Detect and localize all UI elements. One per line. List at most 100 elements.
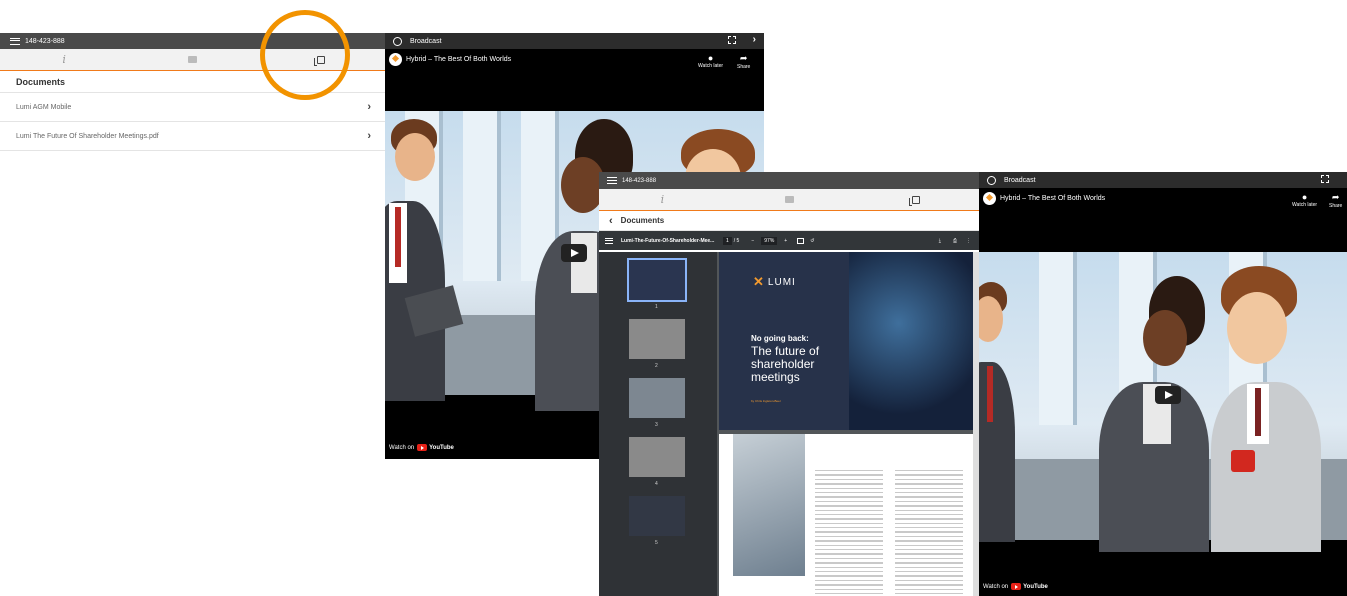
chevron-right-icon[interactable]: › [753,34,756,45]
youtube-icon [1011,583,1022,590]
share-label: Share [737,64,751,70]
tab-documents[interactable] [852,189,979,210]
watch-later-button[interactable]: ● Watch later [698,53,723,69]
back-title: Documents [620,216,665,225]
tab-bar: i [599,189,979,211]
documents-icon [909,195,920,206]
broadcast-label: Broadcast [410,37,442,45]
clock-icon: ● [707,53,714,63]
watch-on-label: Watch on [389,444,415,451]
video-frame[interactable] [979,252,1347,552]
brand-name: LUMI [767,276,796,288]
lumi-x-icon: ✕ [753,274,765,289]
more-options-icon[interactable]: ⋮ [966,238,971,244]
meeting-id: 148-423-888 [622,177,657,184]
zoom-level[interactable]: 97% [761,236,778,245]
thumbnail-page[interactable] [627,258,687,302]
cover-subtitle: The future of shareholder meetings [751,344,820,384]
youtube-label: YouTube [1023,583,1048,590]
tab-chat[interactable] [128,49,256,70]
video-title[interactable]: Hybrid – The Best Of Both Worlds [389,53,511,66]
video-title-text: Hybrid – The Best Of Both Worlds [1000,195,1106,202]
watch-on-youtube-button[interactable]: Watch on YouTube [389,444,454,451]
menu-icon[interactable] [607,177,617,184]
tab-info[interactable]: i [0,49,128,70]
tab-info[interactable]: i [599,189,726,210]
thumbnail-sidebar: 1 2 3 4 5 [599,252,717,596]
broadcast-bar: Broadcast › [385,33,764,49]
video-title-text: Hybrid – The Best Of Both Worlds [406,56,512,63]
rotate-icon[interactable]: ↺ [810,238,814,244]
thumbnail-page[interactable] [629,437,685,477]
thumbnail-label: 5 [655,540,658,546]
menu-icon[interactable] [10,37,20,45]
channel-logo-icon [389,53,402,66]
share-button[interactable]: ➦ Share [737,53,750,70]
broadcast-icon [987,175,996,185]
channel-logo-icon [983,192,996,205]
thumbnail-label: 3 [655,422,658,428]
thumbnail-label: 2 [655,363,658,369]
fullscreen-icon[interactable] [728,36,736,44]
thumbnail-label: 1 [655,304,658,310]
text-column [815,470,883,596]
document-name: Lumi The Future Of Shareholder Meetings.… [16,132,159,140]
share-icon: ➦ [1331,192,1340,202]
zoom-in-icon[interactable]: + [784,238,787,244]
cover-author: by Chris Ingleton-Beer [751,399,781,403]
scrollbar[interactable] [973,252,979,596]
thumbnail-page[interactable] [629,378,685,418]
download-icon[interactable]: ⤓ [939,238,941,244]
broadcast-bar: Broadcast [979,172,1347,188]
chat-icon [784,196,794,203]
info-icon: i [660,193,665,206]
page-total: / 5 [733,237,740,244]
list-item[interactable]: Lumi The Future Of Shareholder Meetings.… [0,122,385,151]
video-title[interactable]: Hybrid – The Best Of Both Worlds [983,192,1105,205]
youtube-logo: YouTube [1011,583,1048,590]
back-header[interactable]: ‹ Documents [599,211,979,231]
text-column [895,470,963,596]
share-button[interactable]: ➦ Share [1329,192,1342,209]
document-name: Lumi AGM Mobile [16,103,72,111]
pdf-page-2 [719,434,973,596]
network-graphic [849,252,973,430]
lumi-logo: ✕ LUMI [753,274,796,290]
chevron-left-icon[interactable]: ‹ [609,215,613,227]
thumbnail-page[interactable] [629,319,685,359]
share-icon: ➦ [739,53,748,63]
play-button[interactable] [1155,386,1181,404]
watch-later-label: Watch later [1292,202,1318,208]
watch-later-label: Watch later [698,63,724,69]
tab-chat[interactable] [726,189,853,210]
list-item[interactable]: Lumi AGM Mobile › [0,93,385,122]
thumbnail-label: 4 [655,481,658,487]
youtube-icon [417,444,428,451]
pdf-menu-icon[interactable] [605,237,613,244]
fullscreen-icon[interactable] [1321,175,1329,183]
print-icon[interactable]: ⎙ [953,238,957,244]
youtube-label: YouTube [429,444,454,451]
app-panel-right: 148-423-888 i ‹ Documents Lumi-The-Futur… [599,172,979,596]
pdf-page-cover: ✕ LUMI No going back: The future of share… [719,252,973,430]
page-number-input[interactable]: 1 [723,236,732,245]
play-button[interactable] [561,244,587,262]
broadcast-label: Broadcast [1004,176,1036,184]
meeting-id: 148-423-888 [25,37,65,45]
zoom-out-icon[interactable]: − [751,238,754,244]
thumbnail-page[interactable] [629,496,685,536]
clock-icon: ● [1301,192,1308,202]
pdf-filename: Lumi-The-Future-Of-Shareholder-Mee... [621,237,715,244]
youtube-logo: YouTube [417,444,454,451]
watch-on-youtube-button[interactable]: Watch on YouTube [983,583,1048,590]
watch-later-button[interactable]: ● Watch later [1292,192,1317,208]
fit-page-icon[interactable] [797,237,805,244]
chat-icon [187,56,197,63]
pdf-viewer: 1 2 3 4 5 ✕ LUMI No going back: The futur… [599,252,979,596]
broadcast-icon [393,36,402,46]
broadcast-panel-right: Broadcast Hybrid – The Best Of Both Worl… [979,172,1347,596]
highlight-circle [260,10,350,100]
pdf-toolbar: Lumi-The-Future-Of-Shareholder-Mee... 1 … [599,231,979,250]
top-bar: 148-423-888 [599,172,979,189]
info-icon: i [62,53,66,66]
